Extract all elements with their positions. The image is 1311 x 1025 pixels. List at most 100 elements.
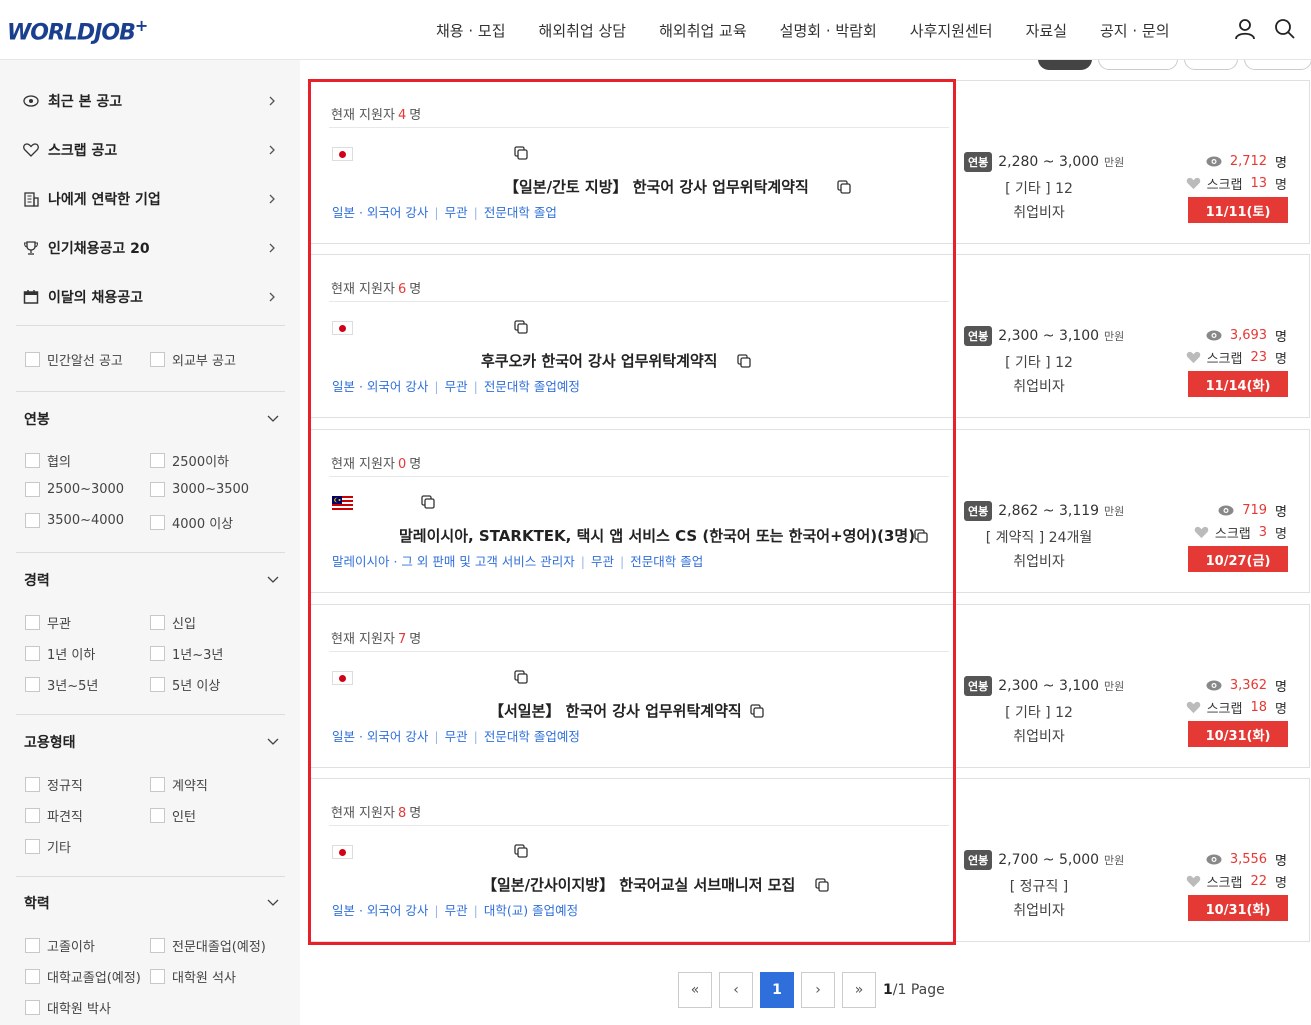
filter-option[interactable]: 전문대졸업(예정)	[150, 936, 266, 955]
sidebar-item-monthly[interactable]: 이달의 채용공고	[22, 285, 277, 309]
tag-education[interactable]: 대학(교) 졸업예정	[484, 903, 578, 918]
checkbox[interactable]	[150, 352, 165, 367]
job-title[interactable]: 【일본/간사이지방】 한국어교실 서브매니저 모집	[482, 874, 795, 895]
filter-option[interactable]: 대학교졸업(예정)	[25, 967, 141, 986]
checkbox[interactable]	[150, 646, 165, 661]
nav-item-recruit[interactable]: 채용 · 모집	[436, 20, 506, 41]
copy-icon[interactable]	[514, 146, 528, 160]
job-card[interactable]: 현재 지원자 0 명 말레이시아, STARKTEK, 택시 앱 서비스 CS (한…	[308, 429, 1310, 593]
checkbox[interactable]	[150, 777, 165, 792]
filter-option[interactable]: 협의	[25, 451, 71, 470]
page-button-current[interactable]: 1	[760, 972, 794, 1008]
nav-item-education[interactable]: 해외취업 교육	[659, 20, 747, 41]
job-title[interactable]: 후쿠오카 한국어 강사 업무위탁계약직	[481, 350, 717, 371]
nav-item-notice[interactable]: 공지 · 문의	[1100, 20, 1170, 41]
tag-category[interactable]: 일본 · 외국어 강사	[332, 729, 428, 744]
nav-item-fair[interactable]: 설명회 · 박람회	[780, 20, 877, 41]
checkbox[interactable]	[25, 352, 40, 367]
filter-option[interactable]: 2500~3000	[25, 482, 124, 497]
job-card[interactable]: 현재 지원자 8 명 【일본/간사이지방】 한국어교실 서브매니저 모집 일본 · …	[308, 778, 1310, 942]
heart-icon[interactable]	[1186, 875, 1201, 888]
tag-career[interactable]: 무관	[445, 379, 468, 394]
copy-icon[interactable]	[421, 495, 435, 509]
sort-tab[interactable]	[1184, 60, 1238, 70]
sidebar-item-contacted[interactable]: 나에게 연락한 기업	[22, 187, 277, 211]
sidebar-item-popular[interactable]: 인기채용공고 20	[22, 236, 277, 260]
filter-option[interactable]: 기타	[25, 837, 71, 856]
checkbox[interactable]	[25, 839, 40, 854]
filter-section-salary[interactable]: 연봉	[24, 409, 279, 429]
tag-education[interactable]: 전문대학 졸업	[630, 554, 703, 569]
filter-section-education[interactable]: 학력	[24, 893, 279, 913]
checkbox[interactable]	[25, 777, 40, 792]
nav-item-support[interactable]: 사후지원센터	[910, 20, 993, 41]
filter-option[interactable]: 정규직	[25, 775, 83, 794]
filter-option[interactable]: 4000 이상	[150, 513, 233, 532]
tag-career[interactable]: 무관	[445, 205, 468, 220]
filter-option[interactable]: 대학원 석사	[150, 967, 236, 986]
next-page-button[interactable]: ›	[801, 972, 835, 1008]
sort-tab[interactable]	[1244, 60, 1311, 70]
tag-career[interactable]: 무관	[591, 554, 614, 569]
copy-icon[interactable]	[914, 529, 928, 543]
tag-career[interactable]: 무관	[445, 729, 468, 744]
prev-page-button[interactable]: ‹	[719, 972, 753, 1008]
filter-option[interactable]: 2500이하	[150, 451, 229, 470]
checkbox[interactable]	[25, 453, 40, 468]
heart-icon[interactable]	[1194, 526, 1209, 539]
filter-mofa[interactable]: 외교부 공고	[150, 350, 236, 369]
checkbox[interactable]	[150, 969, 165, 984]
sidebar-item-scrap[interactable]: 스크랩 공고	[22, 138, 277, 162]
nav-item-consult[interactable]: 해외취업 상담	[539, 20, 627, 41]
tag-category[interactable]: 말레이시아 · 그 외 판매 및 고객 서비스 관리자	[332, 554, 575, 569]
copy-icon[interactable]	[514, 844, 528, 858]
job-title[interactable]: 【서일본】 한국어 강사 업무위탁계약직	[489, 700, 742, 721]
filter-option[interactable]: 신입	[150, 613, 196, 632]
tag-category[interactable]: 일본 · 외국어 강사	[332, 379, 428, 394]
filter-option[interactable]: 3500~4000	[25, 513, 124, 528]
filter-option[interactable]: 5년 이상	[150, 675, 220, 694]
checkbox[interactable]	[150, 938, 165, 953]
filter-option[interactable]: 계약직	[150, 775, 208, 794]
checkbox[interactable]	[25, 615, 40, 630]
checkbox[interactable]	[150, 482, 165, 497]
tag-category[interactable]: 일본 · 외국어 강사	[332, 205, 428, 220]
first-page-button[interactable]: «	[678, 972, 712, 1008]
checkbox[interactable]	[150, 808, 165, 823]
checkbox[interactable]	[25, 1000, 40, 1015]
checkbox[interactable]	[150, 515, 165, 530]
copy-icon[interactable]	[514, 320, 528, 334]
tag-education[interactable]: 전문대학 졸업예정	[484, 379, 580, 394]
checkbox[interactable]	[150, 615, 165, 630]
heart-icon[interactable]	[1186, 701, 1201, 714]
checkbox[interactable]	[150, 453, 165, 468]
filter-option[interactable]: 1년~3년	[150, 644, 223, 663]
filter-section-career[interactable]: 경력	[24, 570, 279, 590]
checkbox[interactable]	[25, 808, 40, 823]
tag-education[interactable]: 전문대학 졸업	[484, 205, 557, 220]
copy-icon[interactable]	[837, 180, 851, 194]
heart-icon[interactable]	[1186, 351, 1201, 364]
filter-section-employment[interactable]: 고용형태	[24, 732, 279, 752]
filter-option[interactable]: 고졸이하	[25, 936, 95, 955]
user-icon[interactable]	[1234, 18, 1256, 40]
filter-option[interactable]: 파견직	[25, 806, 83, 825]
checkbox[interactable]	[25, 969, 40, 984]
filter-option[interactable]: 대학원 박사	[25, 998, 111, 1017]
job-card[interactable]: 현재 지원자 7 명 【서일본】 한국어 강사 업무위탁계약직 일본 · 외국어 강…	[308, 604, 1310, 768]
job-card[interactable]: 현재 지원자 6 명 후쿠오카 한국어 강사 업무위탁계약직 일본 · 외국어 강사…	[308, 254, 1310, 418]
filter-option[interactable]: 1년 이하	[25, 644, 95, 663]
filter-option[interactable]: 인턴	[150, 806, 196, 825]
filter-option[interactable]: 무관	[25, 613, 71, 632]
copy-icon[interactable]	[815, 878, 829, 892]
sidebar-item-recent[interactable]: 최근 본 공고	[22, 89, 277, 113]
copy-icon[interactable]	[750, 704, 764, 718]
copy-icon[interactable]	[514, 670, 528, 684]
checkbox[interactable]	[25, 482, 40, 497]
job-title[interactable]: 말레이시아, STARKTEK, 택시 앱 서비스 CS (한국어 또는 한국어…	[399, 525, 915, 546]
site-logo[interactable]: WORLDJOB+	[7, 16, 148, 45]
tag-career[interactable]: 무관	[445, 903, 468, 918]
filter-private[interactable]: 민간알선 공고	[25, 350, 123, 369]
checkbox[interactable]	[25, 513, 40, 528]
copy-icon[interactable]	[737, 354, 751, 368]
